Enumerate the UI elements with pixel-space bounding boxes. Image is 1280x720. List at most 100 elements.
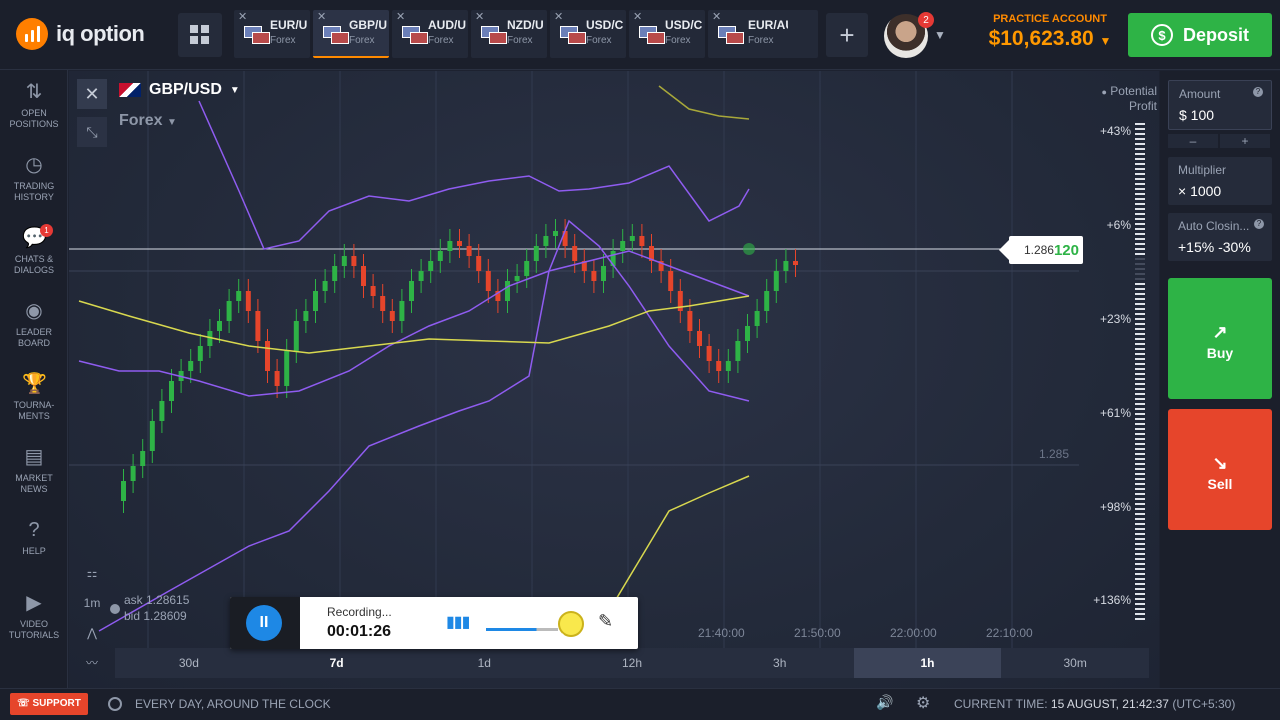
profit-ladder — [1135, 123, 1145, 620]
close-icon[interactable]: ✕ — [77, 79, 107, 109]
asset-category[interactable]: Forex ▼ — [119, 112, 177, 130]
top-bar: iq option ✕ EUR/U Forex ✕ GBP/U Forex ✕ AUD/U Fo… — [0, 0, 1280, 70]
asset-tab[interactable]: ✕ AUD/U Forex — [392, 10, 468, 58]
asset-tab[interactable]: ✕ GBP/U Forex — [313, 10, 389, 58]
chevron-down-icon: ▼ — [1099, 34, 1112, 48]
period-7d[interactable]: 7d — [263, 648, 411, 678]
ask-price: ask 1.28615 — [124, 593, 190, 607]
tab-asset-name: NZD/U — [507, 18, 544, 32]
decrease-button[interactable]: – — [1168, 134, 1218, 148]
close-icon[interactable]: ✕ — [633, 10, 642, 23]
auto-close-value: +15% -30% — [1178, 239, 1251, 255]
sidebar-item-arrows-updown[interactable]: ⇅ OPEN POSITIONS — [0, 80, 68, 130]
period-1d[interactable]: 1d — [410, 648, 558, 678]
sidebar-item-chat[interactable]: 💬 1 CHATS & DIALOGS — [0, 224, 68, 276]
close-icon[interactable]: ✕ — [475, 10, 484, 23]
chevron-down-icon[interactable]: ▼ — [934, 28, 946, 42]
help-icon: ? — [28, 519, 40, 541]
auto-close-field[interactable]: Auto Closin... +15% -30% ? — [1168, 213, 1272, 261]
indicators-icon[interactable]: ⋀ — [77, 618, 107, 648]
deposit-button[interactable]: $ Deposit — [1128, 13, 1272, 57]
close-icon[interactable]: ✕ — [317, 10, 326, 23]
sidebar-item-history[interactable]: ◷ TRADING HISTORY — [0, 153, 68, 203]
apps-grid-button[interactable] — [178, 13, 222, 57]
sidebar-item-label: OPEN — [21, 108, 47, 118]
sidebar-item-label: LEADER — [15, 327, 52, 337]
add-tab-button[interactable]: + — [826, 13, 868, 57]
sidebar-item-label: TOURNA- — [13, 400, 55, 410]
close-icon[interactable]: ✕ — [712, 10, 721, 23]
asset-tabs: ✕ EUR/U Forex ✕ GBP/U Forex ✕ AUD/U Forex ✕ NZD/U F… — [234, 10, 818, 58]
logo[interactable]: iq option — [16, 18, 145, 50]
amount-stepper: – + — [1168, 134, 1272, 148]
buy-button[interactable]: ↗ Buy — [1168, 278, 1272, 399]
period-30m[interactable]: 30m — [1001, 648, 1149, 678]
pause-icon[interactable]: II — [246, 605, 282, 641]
close-icon[interactable]: ✕ — [396, 10, 405, 23]
asset-tab[interactable]: ✕ NZD/U Forex — [471, 10, 547, 58]
asset-tab[interactable]: ✕ USD/C Forex — [629, 10, 705, 58]
account-selector[interactable]: PRACTICE ACCOUNT $10,623.80 ▼ — [980, 13, 1120, 51]
help-icon[interactable]: ? — [1254, 219, 1264, 229]
current-price-tag: 1.286 120 — [999, 236, 1083, 264]
multiplier-value: × 1000 — [1178, 183, 1222, 199]
current-price-prefix: 1.286 — [1023, 243, 1054, 257]
chat-badge: 1 — [40, 224, 53, 237]
uk-flag-icon — [119, 83, 141, 97]
candles-icon[interactable]: ⚏ — [77, 558, 107, 588]
sidebar-item-leaderboard[interactable]: ◉ LEADER BOARD — [0, 299, 68, 349]
footer: ☏ SUPPORT EVERY DAY, AROUND THE CLOCK 🔊 … — [0, 688, 1280, 720]
potential-profit-label: Potential — [1110, 84, 1157, 98]
support-button[interactable]: ☏ SUPPORT — [10, 693, 88, 715]
asset-tab[interactable]: ✕ EUR/AUD Forex — [708, 10, 818, 58]
chart-area[interactable]: ✕ ⤡ GBP/USD ▼ Forex ▼ ● Potential Profit… — [69, 71, 1159, 688]
currency-flag-icon — [323, 26, 349, 44]
asset-selector[interactable]: GBP/USD ▼ — [119, 81, 240, 99]
period-3h[interactable]: 3h — [706, 648, 854, 678]
multiplier-label: Multiplier — [1178, 163, 1227, 177]
period-12h[interactable]: 12h — [558, 648, 706, 678]
audio-level-icon[interactable]: ▮▮▮ — [446, 612, 470, 632]
period-1h[interactable]: 1h — [853, 648, 1002, 678]
drawing-icon[interactable]: 〰 — [77, 648, 107, 678]
sidebar-item-news[interactable]: ▤ MARKET NEWS — [0, 445, 68, 495]
multiplier-field[interactable]: Multiplier × 1000 — [1168, 157, 1272, 205]
collapse-icon[interactable]: ⤡ — [77, 117, 107, 147]
asset-tab[interactable]: ✕ EUR/U Forex — [234, 10, 310, 58]
period-30d[interactable]: 30d — [115, 648, 263, 678]
time-axis-label: 22:10:00 — [986, 626, 1033, 640]
profit-level-label: +98% — [1099, 500, 1131, 514]
tab-asset-name: USD/C — [665, 18, 703, 32]
potential-profit-header: ● Potential Profit — [1102, 84, 1157, 113]
timezone: (UTC+5:30) — [1172, 697, 1236, 711]
sidebar-item-label-2: TUTORIALS — [8, 630, 60, 640]
asset-name: GBP/USD — [149, 81, 222, 98]
speaker-icon[interactable]: 🔊 — [876, 694, 893, 711]
asset-tab[interactable]: ✕ USD/C Forex — [550, 10, 626, 58]
timeframe-button[interactable]: 1m — [77, 588, 107, 618]
increase-button[interactable]: + — [1220, 134, 1270, 148]
close-icon[interactable]: ✕ — [554, 10, 563, 23]
sidebar-item-label-2: HISTORY — [14, 192, 54, 202]
sell-button[interactable]: ↘ Sell — [1168, 409, 1272, 530]
close-icon[interactable]: ✕ — [238, 10, 247, 23]
price-chart[interactable] — [69, 71, 1159, 688]
tab-asset-name: GBP/U — [349, 18, 388, 32]
help-icon[interactable]: ? — [1253, 87, 1263, 97]
sidebar-item-trophy[interactable]: 🏆 TOURNA- MENTS — [0, 372, 68, 422]
sidebar-item-label: HELP — [22, 546, 46, 556]
currency-flag-icon — [718, 26, 744, 44]
news-icon: ▤ — [24, 446, 44, 468]
volume-slider[interactable] — [486, 628, 558, 631]
sidebar-item-help[interactable]: ? HELP — [0, 518, 68, 557]
amount-input[interactable]: $ 100 — [1179, 107, 1271, 123]
sidebar-item-video[interactable]: ▶ VIDEO TUTORIALS — [0, 591, 68, 641]
profit-level-label: +136% — [1093, 593, 1131, 607]
current-time-label: CURRENT TIME: — [954, 697, 1048, 711]
buy-label: Buy — [1206, 345, 1234, 361]
recorder-handle[interactable]: II — [230, 597, 300, 649]
gear-icon[interactable]: ⚙ — [916, 693, 930, 713]
amount-field[interactable]: Amount $ 100 ? — [1168, 80, 1272, 130]
chevron-down-icon: ▼ — [167, 117, 177, 128]
pen-icon[interactable]: ✎ — [598, 611, 613, 632]
